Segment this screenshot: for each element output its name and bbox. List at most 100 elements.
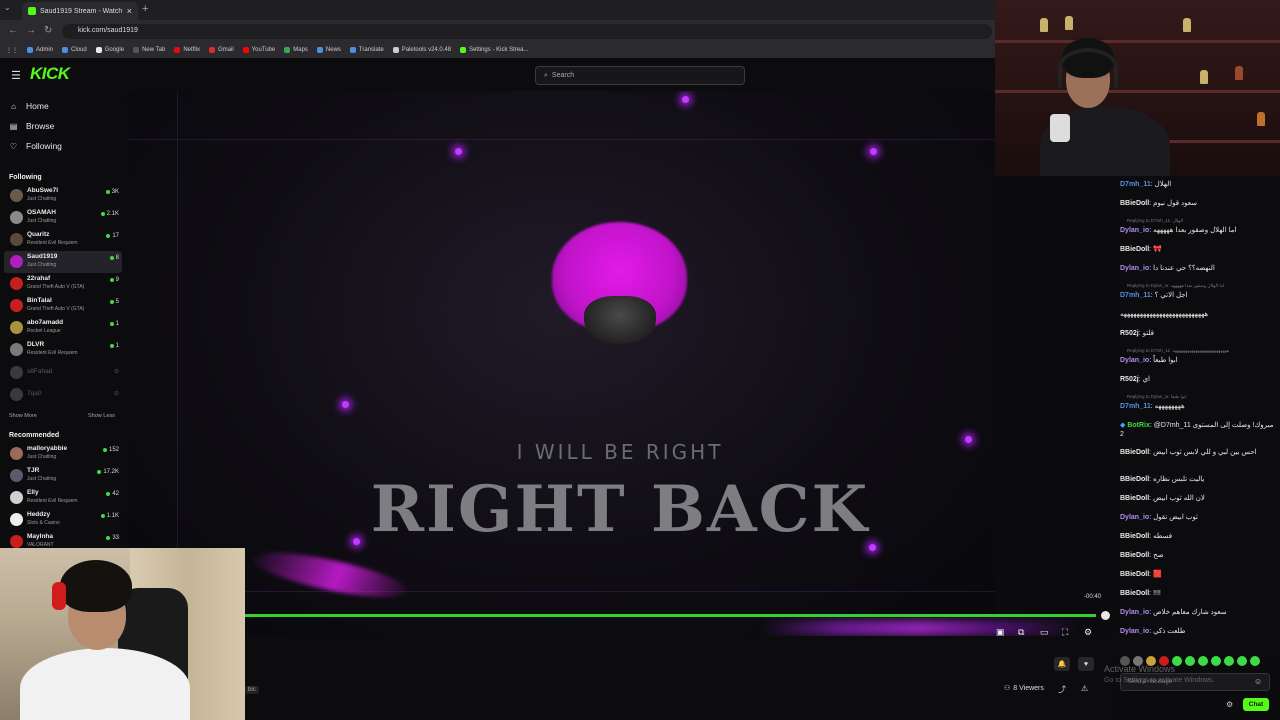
bookmark-item[interactable]: Cloud [62, 47, 87, 53]
emote-icon[interactable] [1250, 656, 1260, 666]
emote-icon[interactable] [1237, 656, 1247, 666]
emote-icon[interactable] [1198, 656, 1208, 666]
bookmark-item[interactable]: Translate [349, 47, 384, 53]
channel-item[interactable]: Elly Resident Evil Requiem 42 [4, 487, 122, 509]
chat-username[interactable]: BBieDoll [1120, 476, 1149, 483]
chat-message[interactable]: Dylan_io: سعود شارك معاهم خلاص [1120, 608, 1278, 617]
chat-message[interactable]: BBieDoll: لان الله ثوب ابيض [1120, 494, 1278, 503]
show-more-link[interactable]: Show More [9, 413, 37, 419]
channel-item[interactable]: BinTalal Grand Theft Auto V (GTA) 5 [4, 295, 122, 317]
channel-item[interactable]: Quaritz Resident Evil Requiem 17 [4, 229, 122, 251]
bookmark-item[interactable]: Maps [284, 47, 308, 53]
emote-icon[interactable] [1224, 656, 1234, 666]
url-field[interactable]: kick.com/saud1919 [62, 24, 992, 39]
channel-item[interactable]: abo7amadd Rocket League 1 [4, 317, 122, 339]
notification-bell-icon[interactable]: 🔔 [1054, 657, 1070, 671]
nav-home[interactable]: ⌂ Home [9, 101, 49, 111]
chat-message[interactable]: Dylan_io: النهضه؟؟ حي عندنا دا [1120, 264, 1278, 273]
channel-item[interactable]: AbuSwe7l Just Chatting 3K [4, 185, 122, 207]
channel-item[interactable]: Heddzy Slots & Casino 1.1K [4, 509, 122, 531]
reload-icon[interactable]: ↻ [44, 25, 52, 36]
chat-message[interactable]: ◆ BotRix: @D7mh_11 مبروك! وصلت إلى المست… [1120, 421, 1278, 439]
chat-message[interactable]: Dylan_io: ابوا طبعاً [1120, 356, 1278, 365]
chat-username[interactable]: Dylan_io [1120, 514, 1149, 521]
chat-username[interactable]: Dylan_io [1120, 357, 1149, 364]
bookmark-item[interactable]: Netflix [174, 47, 200, 53]
bookmark-item[interactable]: Admin [27, 47, 53, 53]
emoji-icon[interactable]: ☺ [1254, 677, 1262, 686]
chat-message[interactable]: BBieDoll: فسطه [1120, 532, 1278, 541]
stream-tag[interactable]: bic [245, 686, 259, 694]
bookmark-item[interactable]: News [316, 47, 341, 53]
channel-item-offline[interactable]: 7qa0 ⊘ [4, 384, 122, 406]
progress-knob[interactable] [1101, 611, 1110, 620]
bookmark-item[interactable]: Google [95, 47, 124, 53]
channel-item[interactable]: malloryabbie Just Chatting 152 [4, 443, 122, 465]
show-less-link[interactable]: Show Less [88, 413, 115, 419]
chat-username[interactable]: R502j [1120, 330, 1139, 337]
chat-message[interactable]: Dylan_io: اما الهلال وصقور بعدا هههههه [1120, 226, 1278, 235]
chat-username[interactable]: BBieDoll [1120, 533, 1149, 540]
channel-item[interactable]: Saud1919 Just Chatting 8 [4, 251, 122, 273]
chat-username[interactable]: BotRix [1127, 422, 1150, 429]
channel-item[interactable]: TJR Just Chatting 17.2K [4, 465, 122, 487]
menu-icon[interactable]: ☰ [11, 69, 21, 82]
share-icon[interactable]: ⤴ [1058, 684, 1066, 695]
chat-message[interactable]: BBieDoll: صح [1120, 551, 1278, 560]
bookmark-item[interactable]: Settings - Kick Strea... [460, 47, 528, 53]
nav-following[interactable]: ♡ Following [9, 141, 62, 151]
tab-search-icon[interactable]: ⌄ [4, 3, 11, 12]
chat-message[interactable]: D7mh_11: اجل الاتي ؟ [1120, 291, 1278, 300]
chat-message[interactable]: BBieDoll: سعود قول نيوم [1120, 199, 1278, 208]
bookmark-item[interactable]: Gmail [208, 47, 234, 53]
bookmark-item[interactable]: YouTube [242, 47, 275, 53]
progress-bar[interactable] [245, 614, 1096, 617]
chat-message[interactable]: ههههههههههههههههههههههههههه [1120, 310, 1278, 319]
emote-icon[interactable] [1211, 656, 1221, 666]
chat-message[interactable]: R502j: اي [1120, 375, 1278, 384]
channel-item[interactable]: 22rahaf Grand Theft Auto V (GTA) 9 [4, 273, 122, 295]
chat-username[interactable]: BBieDoll [1120, 552, 1149, 559]
chat-message[interactable]: BBieDoll: 🟥 [1120, 570, 1278, 579]
forward-icon[interactable]: → [26, 25, 36, 36]
search-input[interactable]: ⌕ Search [535, 66, 745, 85]
chat-username[interactable]: D7mh_11 [1120, 292, 1151, 299]
chat-username[interactable]: BBieDoll [1120, 495, 1149, 502]
chat-message[interactable]: BBieDoll: احس بين لبي و للي لابس ثوب ابي… [1120, 448, 1278, 457]
nav-browse[interactable]: ▤ Browse [9, 121, 55, 131]
chat-username[interactable]: BBieDoll [1120, 571, 1149, 578]
chat-username[interactable]: BBieDoll [1120, 246, 1149, 253]
chat-message[interactable]: D7mh_11: الهلال [1120, 180, 1278, 189]
chat-username[interactable]: Dylan_io [1120, 609, 1149, 616]
kick-logo[interactable]: KICK [30, 64, 70, 84]
back-icon[interactable]: ← [8, 25, 18, 36]
bookmark-item[interactable]: New Tab [133, 47, 165, 53]
bookmark-item[interactable]: Paletools v24.0.48 [392, 47, 451, 53]
chat-username[interactable]: Dylan_io [1120, 227, 1149, 234]
chat-username[interactable]: BBieDoll [1120, 449, 1149, 456]
follow-heart-icon[interactable]: ♥ [1078, 657, 1094, 671]
new-tab-button[interactable]: + [142, 3, 148, 15]
chat-username[interactable]: Dylan_io [1120, 628, 1149, 635]
channel-item-offline[interactable]: s8Fahad ⊘ [4, 362, 122, 384]
chat-message[interactable]: R502j: قلتو [1120, 329, 1278, 338]
channel-item[interactable]: OSAMAH Just Chatting 2.1K [4, 207, 122, 229]
emote-icon[interactable] [1185, 656, 1195, 666]
chat-message[interactable]: Dylan_io: طلعت ذكي [1120, 627, 1278, 636]
channel-item[interactable]: DLVR Resident Evil Requiem 1 [4, 339, 122, 361]
chat-username[interactable]: D7mh_11 [1120, 181, 1151, 188]
browser-tab[interactable]: Saud1919 Stream - Watch Live ... × [22, 2, 138, 20]
chat-message[interactable]: D7mh_11: ههههههههه [1120, 402, 1278, 411]
chat-send-button[interactable]: Chat [1243, 698, 1269, 711]
chat-username[interactable]: R502j [1120, 376, 1139, 383]
chat-message[interactable]: BBieDoll: !!!! [1120, 589, 1278, 598]
chat-message[interactable]: BBieDoll: 🎀 [1120, 245, 1278, 254]
chat-username[interactable]: Dylan_io [1120, 265, 1149, 272]
apps-icon[interactable]: ⋮⋮ [6, 47, 18, 54]
report-icon[interactable]: ⚠ [1081, 684, 1088, 693]
chat-username[interactable]: BBieDoll [1120, 590, 1149, 597]
chat-message[interactable]: Dylan_io: ثوب ابيض تقول [1120, 513, 1278, 522]
chat-message[interactable]: BBieDoll: ياليت تلبس نظاره [1120, 475, 1278, 484]
tab-close-icon[interactable]: × [127, 6, 132, 16]
chat-username[interactable]: BBieDoll [1120, 200, 1149, 207]
